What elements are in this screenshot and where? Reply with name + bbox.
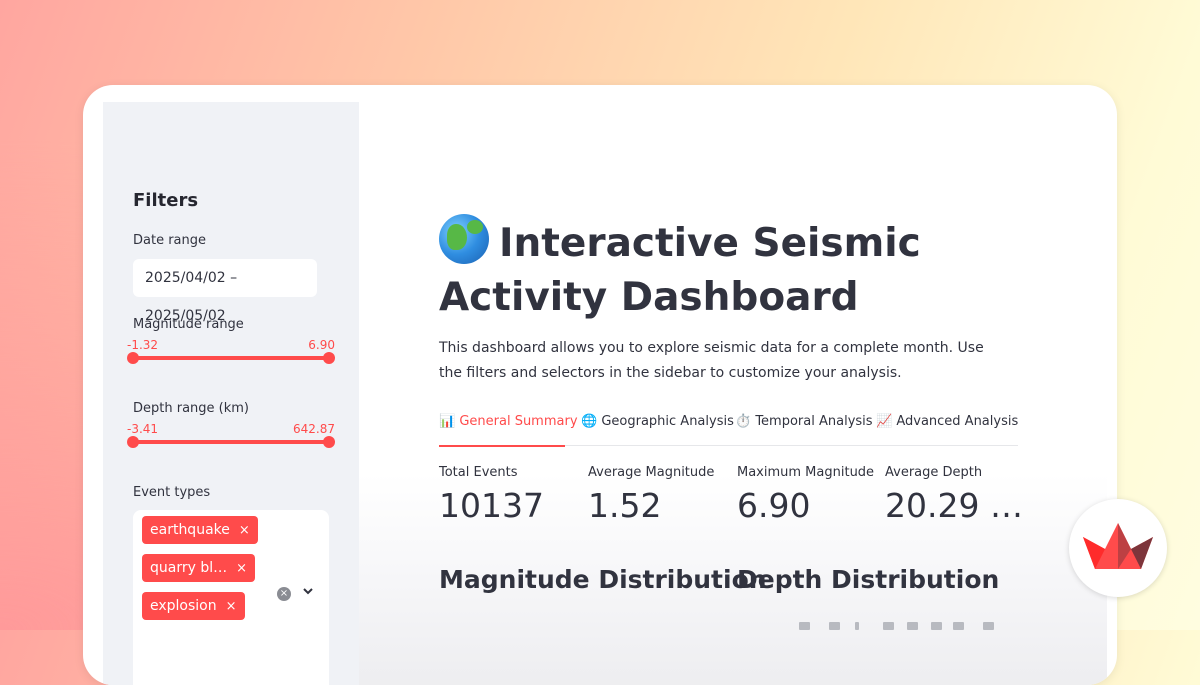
depth-min-handle[interactable] bbox=[127, 436, 139, 448]
active-tab-indicator bbox=[439, 445, 565, 447]
trend-chart-icon: 📈 bbox=[876, 414, 893, 429]
zoom-in-icon[interactable] bbox=[883, 622, 894, 630]
metric-label: Average Depth bbox=[885, 465, 983, 480]
streamlit-logo-icon bbox=[1083, 523, 1153, 569]
metric-label: Average Magnitude bbox=[588, 465, 715, 480]
depth-range-label: Depth range (km) bbox=[133, 401, 249, 416]
stopwatch-icon: ⏱️ bbox=[735, 414, 752, 429]
chart-toolbar bbox=[799, 622, 1019, 634]
sidebar: Filters Date range 2025/04/02 – 2025/05/… bbox=[103, 102, 359, 685]
tab-label: Advanced Analysis bbox=[896, 414, 1019, 429]
date-range-label: Date range bbox=[133, 233, 207, 248]
camera-icon[interactable] bbox=[799, 622, 810, 630]
magnitude-range-label: Magnitude range bbox=[133, 317, 244, 332]
chevron-down-icon[interactable] bbox=[301, 584, 315, 602]
date-range-input[interactable]: 2025/04/02 – 2025/05/02 bbox=[133, 259, 317, 324]
magnitude-min-handle[interactable] bbox=[127, 352, 139, 364]
main-content: Interactive Seismic Activity Dashboard T… bbox=[359, 102, 1107, 685]
remove-tag-icon[interactable]: × bbox=[236, 561, 247, 576]
autoscale-icon[interactable] bbox=[931, 622, 942, 630]
tab-advanced-analysis[interactable]: 📈 Advanced Analysis bbox=[876, 414, 1018, 429]
app-window: Filters Date range 2025/04/02 – 2025/05/… bbox=[103, 102, 1107, 685]
magnitude-distribution-heading: Magnitude Distribution bbox=[439, 565, 767, 594]
sidebar-title: Filters bbox=[133, 190, 199, 211]
globe-icon bbox=[439, 214, 489, 264]
pan-icon[interactable] bbox=[855, 622, 859, 630]
tab-label: General Summary bbox=[459, 414, 578, 429]
event-tag-quarry-blast: quarry bl… × bbox=[142, 554, 256, 582]
fullscreen-icon[interactable] bbox=[983, 622, 994, 630]
magnitude-slider-track[interactable] bbox=[133, 356, 329, 360]
remove-tag-icon[interactable]: × bbox=[226, 599, 237, 614]
event-tag-label: earthquake bbox=[150, 522, 230, 538]
metric-label: Total Events bbox=[439, 465, 518, 480]
globe-meridians-icon: 🌐 bbox=[581, 414, 598, 429]
tab-label: Geographic Analysis bbox=[601, 414, 734, 429]
tab-label: Temporal Analysis bbox=[755, 414, 873, 429]
page-description: This dashboard allows you to explore sei… bbox=[439, 340, 984, 381]
tab-bar: 📊 General Summary 🌐 Geographic Analysis … bbox=[439, 409, 1018, 447]
bar-chart-icon: 📊 bbox=[439, 414, 456, 429]
zoom-out-icon[interactable] bbox=[907, 622, 918, 630]
magnitude-max-handle[interactable] bbox=[323, 352, 335, 364]
event-tag-earthquake: earthquake × bbox=[142, 516, 258, 544]
app-frame: Filters Date range 2025/04/02 – 2025/05/… bbox=[83, 85, 1117, 685]
page-title: Interactive Seismic Activity Dashboard bbox=[439, 214, 999, 325]
page-title-text: Interactive Seismic Activity Dashboard bbox=[439, 221, 921, 320]
tab-general-summary[interactable]: 📊 General Summary bbox=[439, 414, 578, 429]
magnitude-max-value: 6.90 bbox=[308, 338, 335, 352]
depth-slider-track[interactable] bbox=[133, 440, 329, 444]
event-tag-explosion: explosion × bbox=[142, 592, 245, 620]
magnitude-min-value: -1.32 bbox=[127, 338, 159, 352]
metric-average-magnitude: Average Magnitude 1.52 bbox=[588, 465, 714, 525]
depth-distribution-heading: Depth Distribution bbox=[737, 565, 1000, 594]
metric-total-events: Total Events 10137 bbox=[439, 465, 544, 525]
depth-max-value: 642.87 bbox=[293, 422, 335, 436]
metric-value: 20.29 … bbox=[885, 486, 1023, 525]
event-tag-label: explosion bbox=[150, 598, 217, 614]
depth-range-slider[interactable]: -3.41 642.87 bbox=[127, 422, 335, 452]
depth-min-value: -3.41 bbox=[127, 422, 159, 436]
depth-max-handle[interactable] bbox=[323, 436, 335, 448]
metric-maximum-magnitude: Maximum Magnitude 6.90 bbox=[737, 465, 874, 525]
remove-tag-icon[interactable]: × bbox=[239, 523, 250, 538]
metric-value: 1.52 bbox=[588, 486, 662, 525]
magnitude-range-slider[interactable]: -1.32 6.90 bbox=[127, 338, 335, 368]
zoom-icon[interactable] bbox=[829, 622, 840, 630]
metric-label: Maximum Magnitude bbox=[737, 465, 875, 480]
event-types-multiselect[interactable]: earthquake × quarry bl… × explosion × × bbox=[133, 510, 329, 685]
metric-value: 10137 bbox=[439, 486, 544, 525]
streamlit-badge bbox=[1069, 499, 1167, 597]
metric-average-depth: Average Depth 20.29 … bbox=[885, 465, 1023, 525]
tab-temporal-analysis[interactable]: ⏱️ Temporal Analysis bbox=[735, 414, 873, 429]
event-tag-label: quarry bl… bbox=[150, 560, 228, 576]
reset-axes-icon[interactable] bbox=[953, 622, 964, 630]
clear-all-icon[interactable]: × bbox=[277, 587, 291, 601]
tab-geographic-analysis[interactable]: 🌐 Geographic Analysis bbox=[581, 414, 734, 429]
metric-value: 6.90 bbox=[737, 486, 811, 525]
event-types-label: Event types bbox=[133, 485, 211, 500]
